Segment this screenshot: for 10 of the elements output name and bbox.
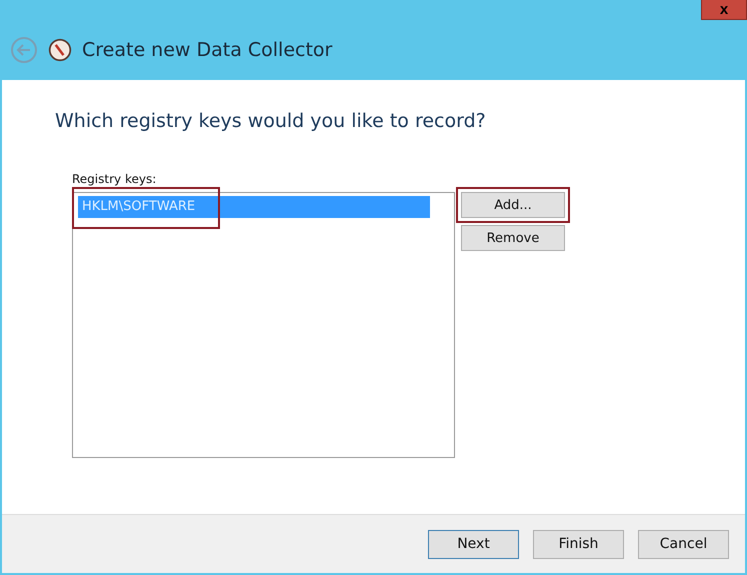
footer-button[interactable]: Cancel <box>638 530 729 558</box>
footer-button[interactable]: Next <box>428 530 519 558</box>
side-button[interactable]: Add... <box>461 192 565 218</box>
gauge-icon <box>48 38 72 62</box>
list-label: Registry keys: <box>72 172 158 186</box>
footer-button[interactable]: Finish <box>533 530 624 558</box>
side-button[interactable]: Remove <box>461 225 565 251</box>
window-title: Create new Data Collector <box>82 39 332 61</box>
close-button[interactable]: x <box>701 0 747 20</box>
page-heading: Which registry keys would you like to record? <box>55 110 487 132</box>
